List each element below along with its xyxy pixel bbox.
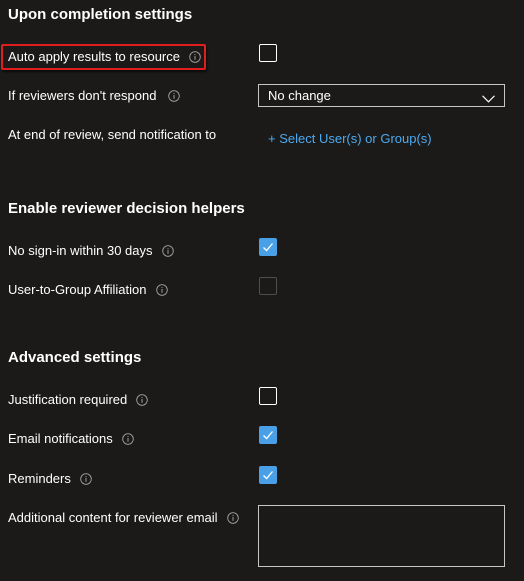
auto-apply-label: Auto apply results to resource bbox=[8, 49, 180, 64]
chevron-down-icon bbox=[482, 91, 495, 106]
notify-row: At end of review, send notification to bbox=[8, 127, 216, 142]
email-notifications-label: Email notifications bbox=[8, 431, 113, 446]
section-title-helpers: Enable reviewer decision helpers bbox=[8, 200, 245, 217]
info-icon[interactable] bbox=[168, 89, 181, 102]
email-notifications-row: Email notifications bbox=[8, 431, 134, 446]
info-icon[interactable] bbox=[189, 50, 201, 63]
reminders-checkbox[interactable] bbox=[259, 466, 277, 484]
no-response-row: If reviewers don't respond bbox=[8, 88, 181, 103]
notify-label: At end of review, send notification to bbox=[8, 127, 217, 142]
checkmark-icon bbox=[263, 243, 273, 252]
section-title-completion: Upon completion settings bbox=[8, 6, 193, 23]
auto-apply-checkbox[interactable] bbox=[259, 44, 277, 62]
affiliation-row: User-to-Group Affiliation bbox=[8, 282, 168, 297]
justification-label: Justification required bbox=[8, 392, 128, 407]
justification-row: Justification required bbox=[8, 392, 148, 407]
section-title-advanced: Advanced settings bbox=[8, 349, 142, 366]
no-signin-checkbox[interactable] bbox=[259, 238, 277, 256]
info-icon[interactable] bbox=[136, 393, 148, 406]
reminders-label: Reminders bbox=[8, 471, 71, 486]
additional-content-textarea[interactable] bbox=[258, 505, 505, 567]
no-response-value: No change bbox=[268, 88, 331, 103]
auto-apply-row: Auto apply results to resource bbox=[8, 49, 201, 64]
info-icon[interactable] bbox=[80, 472, 92, 485]
email-notifications-checkbox[interactable] bbox=[259, 426, 277, 444]
no-response-label: If reviewers don't respond bbox=[8, 88, 157, 103]
no-response-dropdown[interactable]: No change bbox=[258, 84, 505, 107]
no-signin-row: No sign-in within 30 days bbox=[8, 243, 174, 258]
reminders-row: Reminders bbox=[8, 471, 92, 486]
info-icon[interactable] bbox=[122, 432, 134, 445]
checkmark-icon bbox=[263, 471, 273, 480]
info-icon[interactable] bbox=[226, 511, 239, 524]
select-users-groups-link[interactable]: + Select User(s) or Group(s) bbox=[268, 131, 432, 146]
info-icon[interactable] bbox=[155, 283, 168, 296]
info-icon[interactable] bbox=[161, 244, 174, 257]
additional-content-row: Additional content for reviewer email bbox=[8, 510, 239, 525]
additional-content-label: Additional content for reviewer email bbox=[8, 510, 218, 525]
affiliation-label: User-to-Group Affiliation bbox=[8, 282, 147, 297]
affiliation-checkbox bbox=[259, 277, 277, 295]
no-signin-label: No sign-in within 30 days bbox=[8, 243, 153, 258]
justification-checkbox[interactable] bbox=[259, 387, 277, 405]
checkmark-icon bbox=[263, 431, 273, 440]
